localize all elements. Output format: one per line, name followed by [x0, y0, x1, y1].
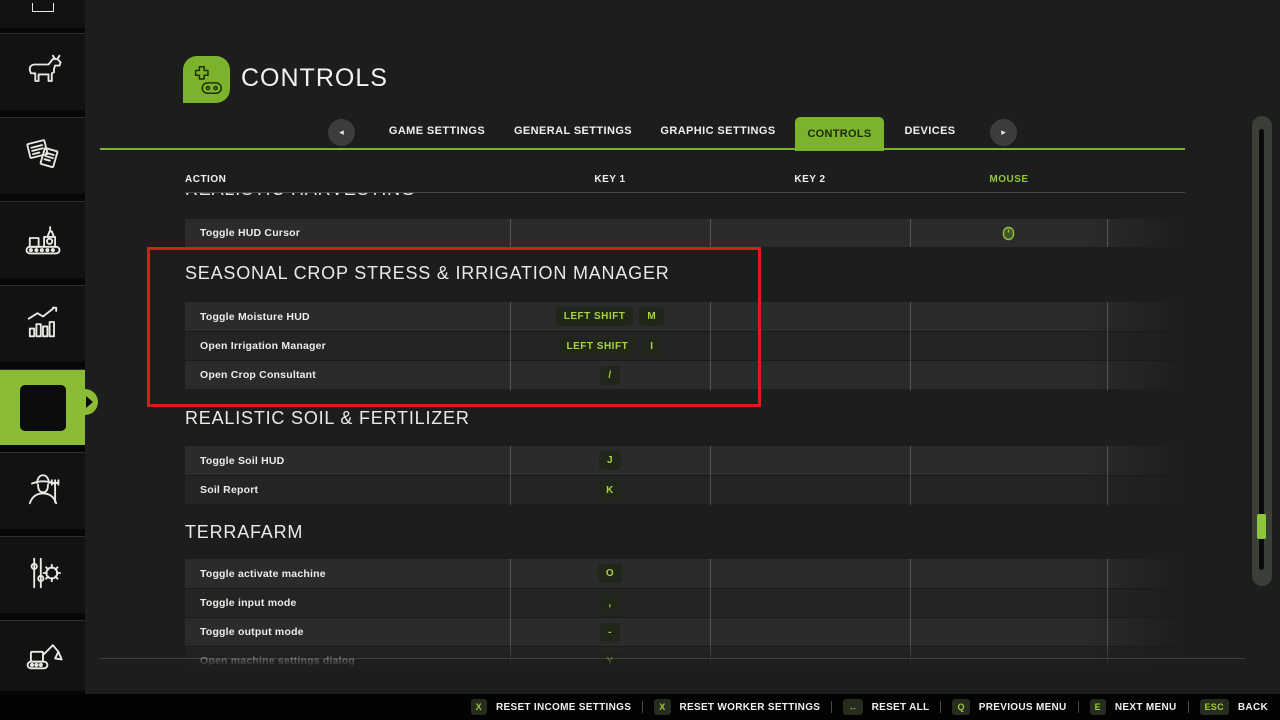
key1-cell: ,	[510, 589, 710, 617]
action-label: Toggle HUD Cursor	[200, 227, 300, 239]
production-icon	[21, 216, 65, 265]
left-right-arrow-icon: ↔	[843, 699, 862, 715]
key-x-icon: X	[654, 699, 670, 715]
hotkey-bar: X RESET INCOME SETTINGS X RESET WORKER S…	[0, 694, 1280, 720]
scrollbar-thumb[interactable]	[1257, 514, 1266, 539]
controls-settings-page: CONTROLS ◂ GAME SETTINGS GENERAL SETTING…	[0, 0, 1280, 720]
control-row-toggle-output-mode[interactable]: Toggle output mode -	[185, 617, 1185, 646]
sidebar-item-statistics[interactable]	[0, 285, 85, 362]
section-title-terrafarm: TERRAFARM	[185, 522, 303, 543]
section-rows: Toggle Soil HUD J Soil Report K	[185, 446, 1185, 505]
scrollbar-track[interactable]	[1259, 129, 1264, 570]
sidebar-item-animals[interactable]	[0, 33, 85, 110]
sidebar-item-production[interactable]	[0, 201, 85, 278]
action-label: Soil Report	[200, 484, 258, 496]
sidebar	[0, 0, 85, 694]
control-row-toggle-activate-machine[interactable]: Toggle activate machine O	[185, 559, 1185, 588]
sidebar-item-contracts[interactable]	[0, 117, 85, 194]
action-label: Toggle activate machine	[200, 568, 326, 580]
section-title-realistic-harvesting: REALISTIC HARVESTING	[185, 193, 416, 200]
key1-cell: K	[510, 476, 710, 504]
footer-divider	[1188, 701, 1189, 713]
hotkey-label: BACK	[1238, 702, 1268, 713]
key1-cell: O	[510, 559, 710, 588]
highlight-red-box	[147, 247, 761, 407]
tab-devices[interactable]: DEVICES	[904, 125, 955, 137]
previous-menu-button[interactable]: Q PREVIOUS MENU	[952, 699, 1066, 715]
documents-icon	[21, 132, 65, 181]
section-rows: Toggle HUD Cursor	[185, 219, 1185, 247]
sidebar-item-construction[interactable]	[0, 620, 85, 691]
control-row-soil-report[interactable]: Soil Report K	[185, 475, 1185, 504]
tab-underline	[100, 148, 1185, 150]
tabs-prev-button[interactable]: ◂	[328, 119, 355, 146]
footer-divider	[940, 701, 941, 713]
tab-controls-active[interactable]: CONTROLS	[795, 117, 884, 151]
content-bottom-divider	[100, 658, 1245, 659]
hotkey-label: RESET ALL	[872, 702, 930, 713]
control-row-toggle-hud-cursor[interactable]: Toggle HUD Cursor	[185, 219, 1185, 247]
reset-worker-settings-button[interactable]: X RESET WORKER SETTINGS	[654, 699, 820, 715]
farmer-icon	[21, 467, 65, 516]
footer-divider	[1078, 701, 1079, 713]
key-badge: K	[598, 481, 622, 500]
tab-game-settings[interactable]: GAME SETTINGS	[389, 125, 485, 137]
controls-page-icon	[183, 56, 230, 103]
key-q-icon: Q	[952, 699, 969, 715]
hotkey-label: PREVIOUS MENU	[979, 702, 1067, 713]
sliders-gear-icon	[21, 551, 65, 600]
sidebar-item-vehicle[interactable]	[0, 0, 85, 28]
key-esc-icon: ESC	[1200, 699, 1229, 715]
key-badge: J	[599, 451, 621, 470]
active-item-arrow-icon	[86, 396, 93, 408]
key1-cell: -	[510, 618, 710, 646]
key-badge: -	[600, 623, 620, 642]
mouse-icon	[1002, 226, 1015, 241]
statistics-icon	[21, 300, 65, 349]
page-title: CONTROLS	[241, 64, 388, 93]
mouse-binding-cell	[910, 219, 1107, 247]
reset-income-settings-button[interactable]: X RESET INCOME SETTINGS	[471, 699, 632, 715]
column-header-mouse: MOUSE	[989, 174, 1028, 185]
control-row-toggle-input-mode[interactable]: Toggle input mode ,	[185, 588, 1185, 617]
footer-divider	[831, 701, 832, 713]
tab-graphic-settings[interactable]: GRAPHIC SETTINGS	[660, 125, 775, 137]
next-menu-button[interactable]: E NEXT MENU	[1090, 699, 1177, 715]
gamepad-icon	[188, 61, 226, 99]
sidebar-item-map-active[interactable]	[0, 369, 85, 445]
footer-divider	[642, 701, 643, 713]
action-label: Toggle output mode	[200, 626, 304, 638]
cow-icon	[21, 48, 65, 97]
reset-all-button[interactable]: ↔ RESET ALL	[843, 699, 929, 715]
hotkey-label: RESET INCOME SETTINGS	[496, 702, 631, 713]
excavator-icon	[21, 632, 65, 681]
chevron-left-icon: ◂	[339, 127, 344, 138]
back-button[interactable]: ESC BACK	[1200, 699, 1269, 715]
key1-cell: J	[510, 446, 710, 475]
action-label: Toggle input mode	[200, 597, 297, 609]
section-title-realistic-soil-fertilizer: REALISTIC SOIL & FERTILIZER	[185, 408, 470, 429]
column-header-key1: KEY 1	[594, 174, 625, 185]
control-row-toggle-soil-hud[interactable]: Toggle Soil HUD J	[185, 446, 1185, 475]
tab-general-settings[interactable]: GENERAL SETTINGS	[514, 125, 632, 137]
tabs-next-button[interactable]: ▸	[990, 119, 1017, 146]
action-label: Toggle Soil HUD	[200, 455, 284, 467]
column-header-action: ACTION	[185, 174, 226, 185]
sidebar-item-settings[interactable]	[0, 536, 85, 613]
hotkey-label: NEXT MENU	[1115, 702, 1177, 713]
vehicle-icon	[32, 3, 54, 12]
key-x-icon: X	[471, 699, 487, 715]
key-e-icon: E	[1090, 699, 1106, 715]
hotkey-label: RESET WORKER SETTINGS	[680, 702, 821, 713]
key-badge: O	[598, 564, 622, 583]
key-badge: ,	[600, 594, 619, 613]
column-header-key2: KEY 2	[794, 174, 825, 185]
map-icon	[20, 385, 66, 431]
sidebar-item-player[interactable]	[0, 452, 85, 529]
chevron-right-icon: ▸	[1001, 127, 1006, 138]
